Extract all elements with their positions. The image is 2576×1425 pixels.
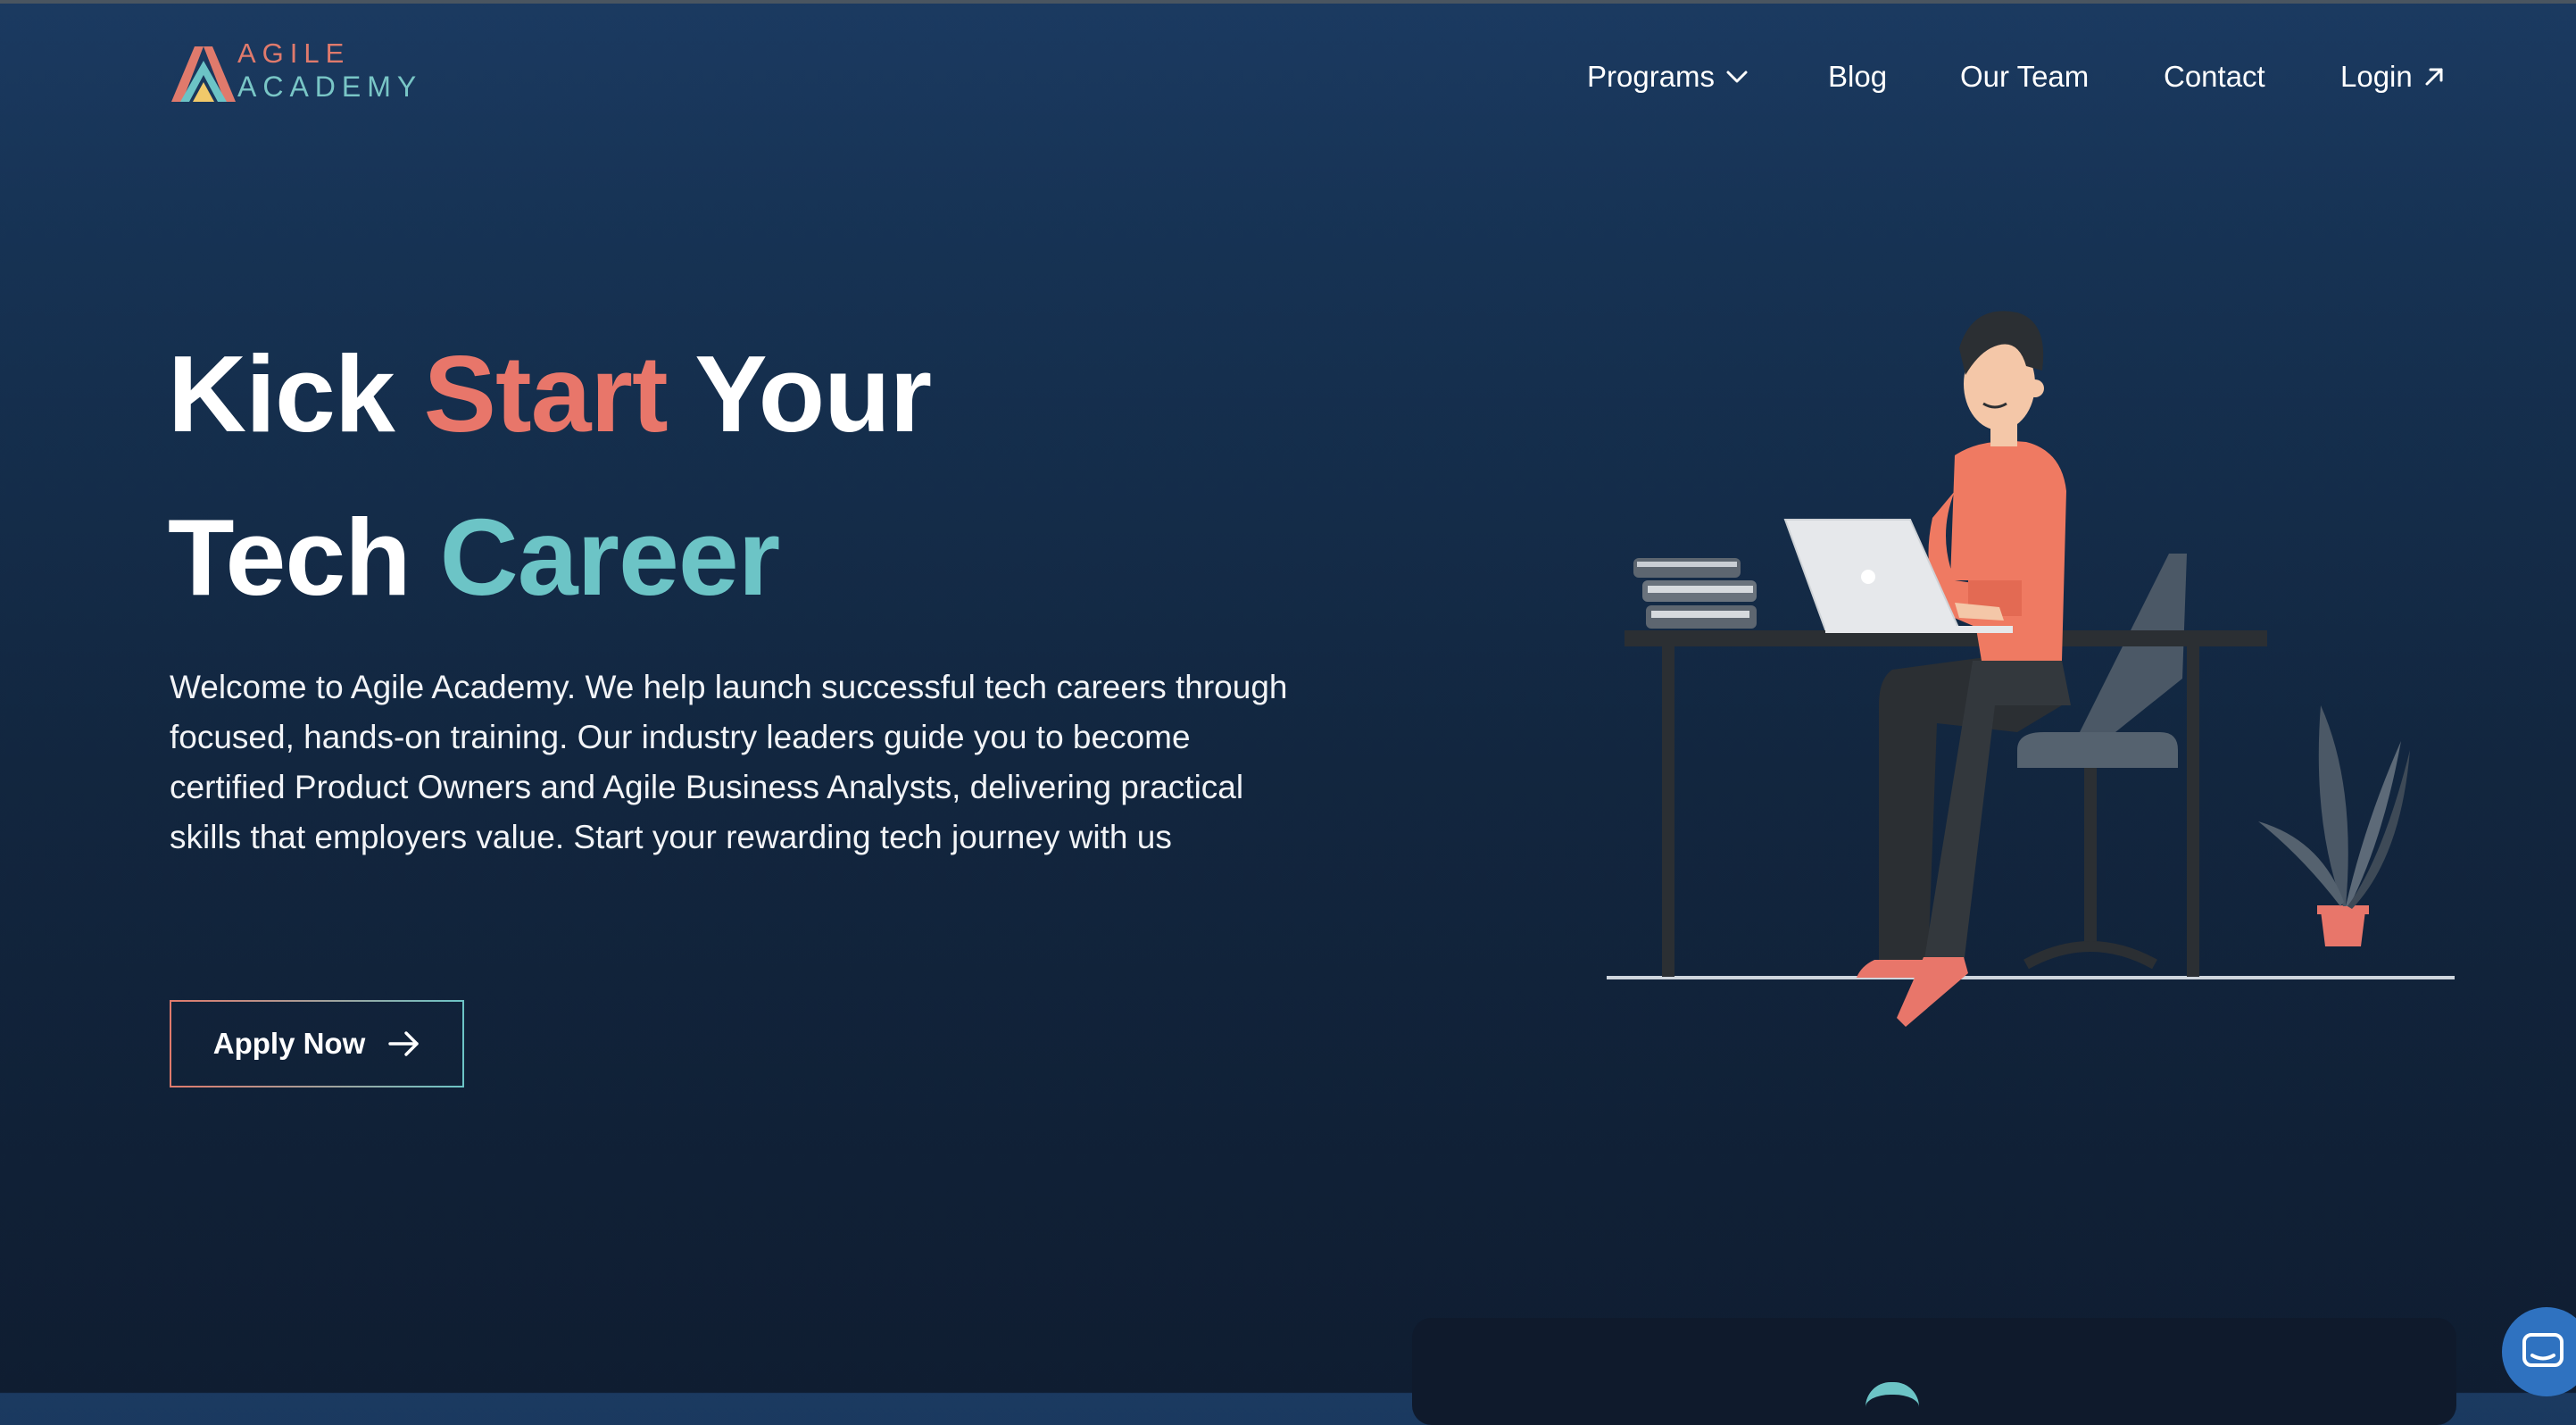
person [1857,311,2071,1027]
card-partial-glyph [1866,1382,1919,1418]
nav-our-team-label: Our Team [1960,60,2090,93]
plant [2258,705,2410,946]
hero-title-line-1: Kick Start Your [168,312,932,476]
browser-top-border [0,0,2576,4]
hero-description: Welcome to Agile Academy. We help launch… [170,669,1288,855]
hero-title-line-2: Tech Career [168,476,931,639]
nav-blog[interactable]: Blog [1828,54,1887,100]
nav-login[interactable]: Login [2340,54,2445,100]
nav-contact[interactable]: Contact [2164,54,2265,100]
hero-title-your: Your [667,333,932,454]
hero-illustration [1607,311,2455,1027]
nav-programs[interactable]: Programs [1587,54,1749,100]
nav-programs-label: Programs [1587,60,1716,93]
chevron-down-icon [1726,71,1748,83]
hero-title-career-accent: Career [439,496,781,618]
hero-title: Kick Start Your Tech Career [168,312,932,639]
apply-now-button[interactable]: Apply Now [170,1000,464,1088]
main-nav: Programs Blog Our Team Contact Login [0,54,2576,100]
books-stack [1633,558,1757,629]
nav-contact-label: Contact [2164,60,2265,93]
hero-title-tech: Tech [168,496,440,618]
nav-login-label: Login [2340,60,2413,93]
nav-our-team[interactable]: Our Team [1960,54,2089,100]
chat-widget-button[interactable] [2502,1307,2576,1396]
nav-blog-label: Blog [1828,60,1888,93]
next-section-card [1412,1318,2456,1425]
arrow-up-right-icon [2425,68,2443,86]
apply-now-label: Apply Now [212,1027,366,1060]
arrow-right-icon [388,1031,419,1056]
hero-title-start-accent: Start [423,333,669,454]
hero-title-kick: Kick [168,333,424,454]
chat-icon [2522,1333,2564,1367]
